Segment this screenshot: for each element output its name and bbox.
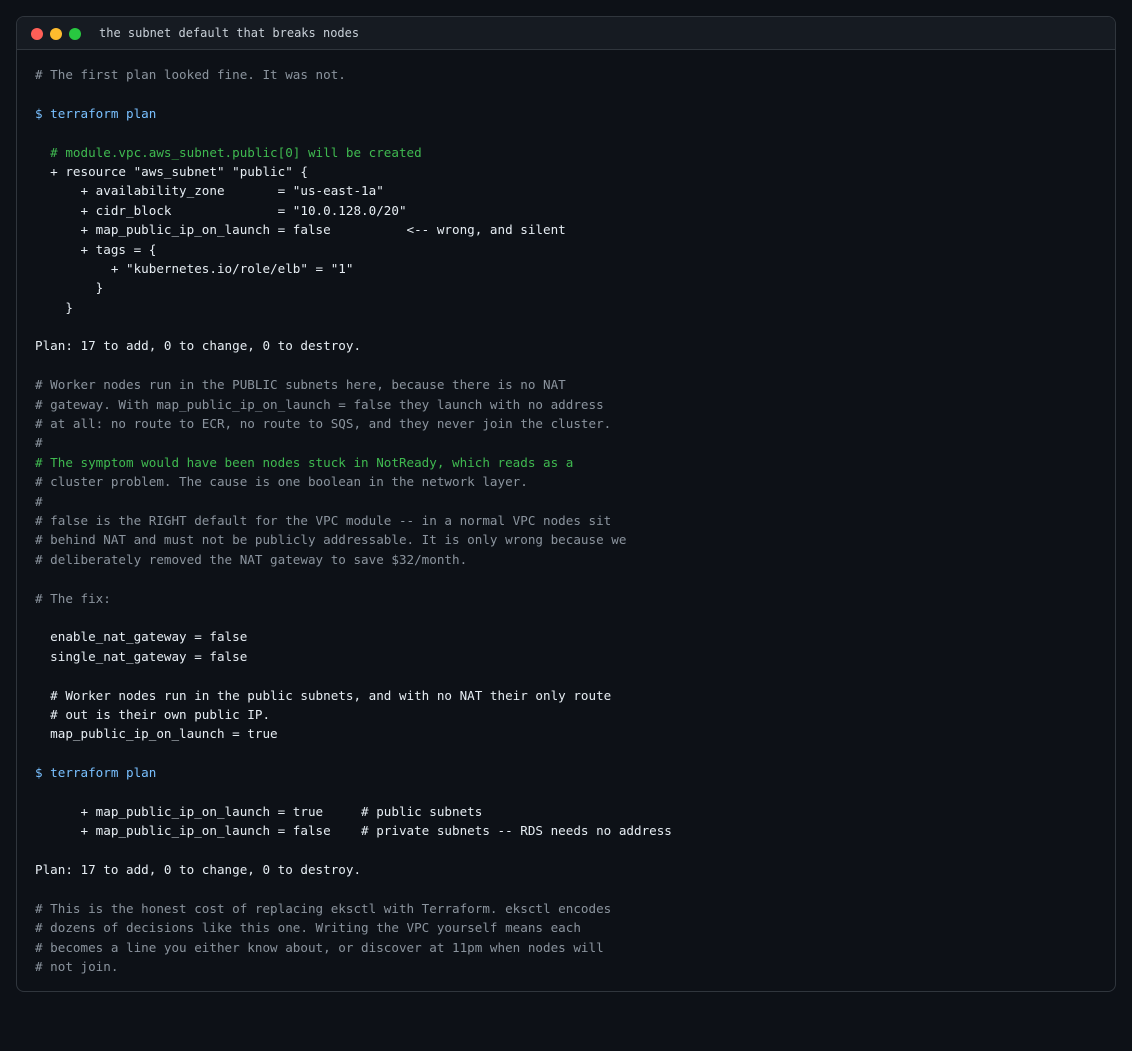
terminal-line: # at all: no route to ECR, no route to S…: [35, 416, 612, 432]
terminal-line: #: [35, 435, 43, 451]
close-window-button[interactable]: [31, 28, 43, 40]
terminal-line: # The symptom would have been nodes stuc…: [35, 454, 574, 470]
terminal-line: # not join.: [35, 958, 119, 974]
terminal-line: Plan: 17 to add, 0 to change, 0 to destr…: [35, 862, 362, 878]
terminal-line: single_nat_gateway = false: [35, 648, 248, 664]
terminal-line: }: [35, 280, 104, 296]
terminal-output[interactable]: # The first plan looked fine. It was not…: [35, 65, 1097, 976]
terminal-line: # out is their own public IP.: [35, 706, 271, 722]
window-title: the subnet default that breaks nodes: [99, 26, 360, 40]
terminal-line: }: [35, 299, 73, 315]
terminal-line: Plan: 17 to add, 0 to change, 0 to destr…: [35, 338, 362, 354]
terminal-line: + map_public_ip_on_launch = false # priv…: [35, 823, 672, 839]
terminal-line: # Worker nodes run in the public subnets…: [35, 687, 612, 703]
terminal-line: + map_public_ip_on_launch = true # publi…: [35, 803, 483, 819]
terminal-line: # Worker nodes run in the PUBLIC subnets…: [35, 377, 566, 393]
terminal-line: enable_nat_gateway = false: [35, 629, 248, 645]
terminal-line: # The first plan looked fine. It was not…: [35, 67, 346, 82]
minimize-window-button[interactable]: [50, 28, 62, 40]
terminal-line: map_public_ip_on_launch = true: [35, 726, 278, 742]
maximize-window-button[interactable]: [69, 28, 81, 40]
terminal-line: + tags = {: [35, 241, 157, 257]
terminal-line: $ terraform plan: [35, 105, 157, 121]
terminal-line: # gateway. With map_public_ip_on_launch …: [35, 396, 604, 412]
terminal-line: # deliberately removed the NAT gateway t…: [35, 551, 468, 567]
terminal-line: $ terraform plan: [35, 765, 157, 781]
terminal-line: #: [35, 493, 43, 509]
terminal-line: + resource "aws_subnet" "public" {: [35, 163, 308, 179]
terminal-line: # dozens of decisions like this one. Wri…: [35, 920, 581, 936]
terminal-line: # becomes a line you either know about, …: [35, 939, 604, 955]
terminal-line: # The fix:: [35, 590, 111, 606]
terminal-line: + availability_zone = "us-east-1a": [35, 183, 384, 199]
terminal-line: # behind NAT and must not be publicly ad…: [35, 532, 627, 548]
terminal-line: # This is the honest cost of replacing e…: [35, 900, 612, 916]
terminal-line: + map_public_ip_on_launch = false <-- wr…: [35, 222, 566, 238]
terminal-line: + cidr_block = "10.0.128.0/20": [35, 202, 407, 218]
terminal-line: # false is the RIGHT default for the VPC…: [35, 512, 612, 528]
window-titlebar: the subnet default that breaks nodes: [17, 17, 1115, 50]
terminal-line: # cluster problem. The cause is one bool…: [35, 474, 528, 490]
terminal-window: the subnet default that breaks nodes # T…: [16, 16, 1116, 992]
terminal-line: # module.vpc.aws_subnet.public[0] will b…: [35, 144, 422, 160]
terminal-line: + "kubernetes.io/role/elb" = "1": [35, 260, 354, 276]
